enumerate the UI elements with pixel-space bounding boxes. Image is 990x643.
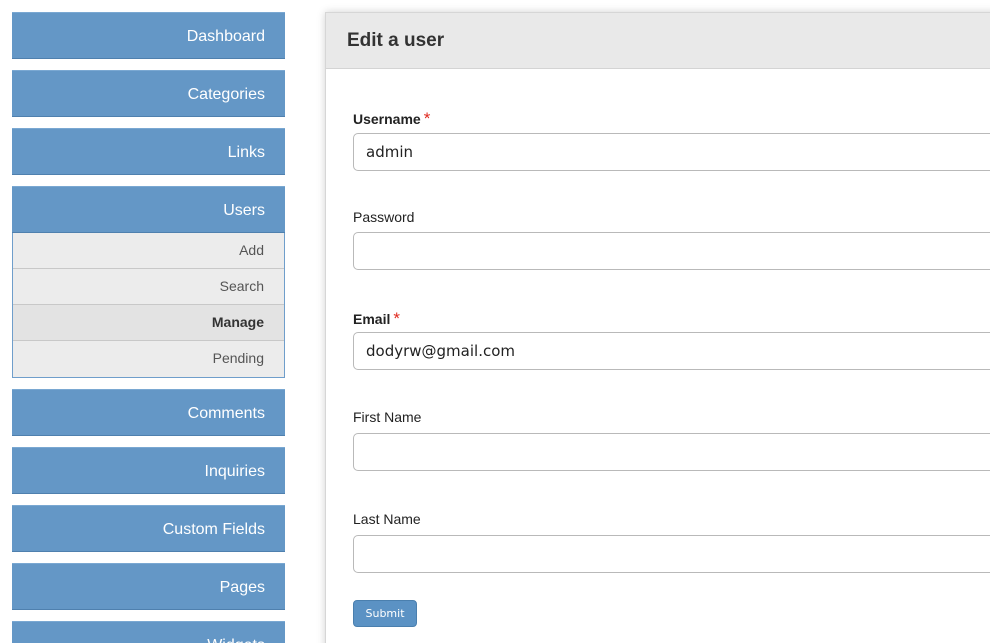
- required-marker: *: [423, 109, 431, 128]
- users-submenu: Add Search Manage Pending: [12, 233, 285, 378]
- edit-user-panel: Edit a user Username* Password Email* Fi…: [325, 12, 990, 643]
- nav-item-custom-fields[interactable]: Custom Fields: [12, 505, 285, 552]
- page-title: Edit a user: [326, 13, 990, 69]
- submenu-item-manage[interactable]: Manage: [13, 305, 284, 341]
- username-label: Username *: [353, 109, 430, 129]
- first-name-label: First Name: [353, 409, 421, 425]
- last-name-label-text: Last Name: [353, 511, 421, 527]
- password-input[interactable]: [353, 232, 990, 270]
- password-label: Password: [353, 209, 414, 225]
- nav-item-inquiries[interactable]: Inquiries: [12, 447, 285, 494]
- username-input[interactable]: [353, 133, 990, 171]
- nav-item-widgets[interactable]: Widgets: [12, 621, 285, 643]
- email-label: Email *: [353, 309, 400, 329]
- nav-item-pages[interactable]: Pages: [12, 563, 285, 610]
- email-input[interactable]: [353, 332, 990, 370]
- required-marker: *: [393, 309, 400, 328]
- first-name-label-text: First Name: [353, 409, 422, 425]
- submenu-item-add[interactable]: Add: [13, 233, 284, 269]
- last-name-input[interactable]: [353, 535, 990, 573]
- first-name-input[interactable]: [353, 433, 990, 471]
- submenu-item-pending[interactable]: Pending: [13, 341, 284, 377]
- username-label-text: Username: [353, 111, 421, 127]
- nav-item-links[interactable]: Links: [12, 128, 285, 175]
- nav-item-users[interactable]: Users: [12, 186, 285, 233]
- nav-item-dashboard[interactable]: Dashboard: [12, 12, 285, 59]
- nav-item-comments[interactable]: Comments: [12, 389, 285, 436]
- last-name-label: Last Name: [353, 511, 421, 527]
- page: Dashboard Categories Links Users Add Sea…: [0, 0, 990, 643]
- sidebar-nav: Dashboard Categories Links Users Add Sea…: [12, 12, 285, 643]
- password-label-text: Password: [353, 209, 415, 225]
- email-label-text: Email: [353, 311, 391, 327]
- submit-button[interactable]: Submit: [353, 600, 417, 627]
- submenu-item-search[interactable]: Search: [13, 269, 284, 305]
- nav-item-categories[interactable]: Categories: [12, 70, 285, 117]
